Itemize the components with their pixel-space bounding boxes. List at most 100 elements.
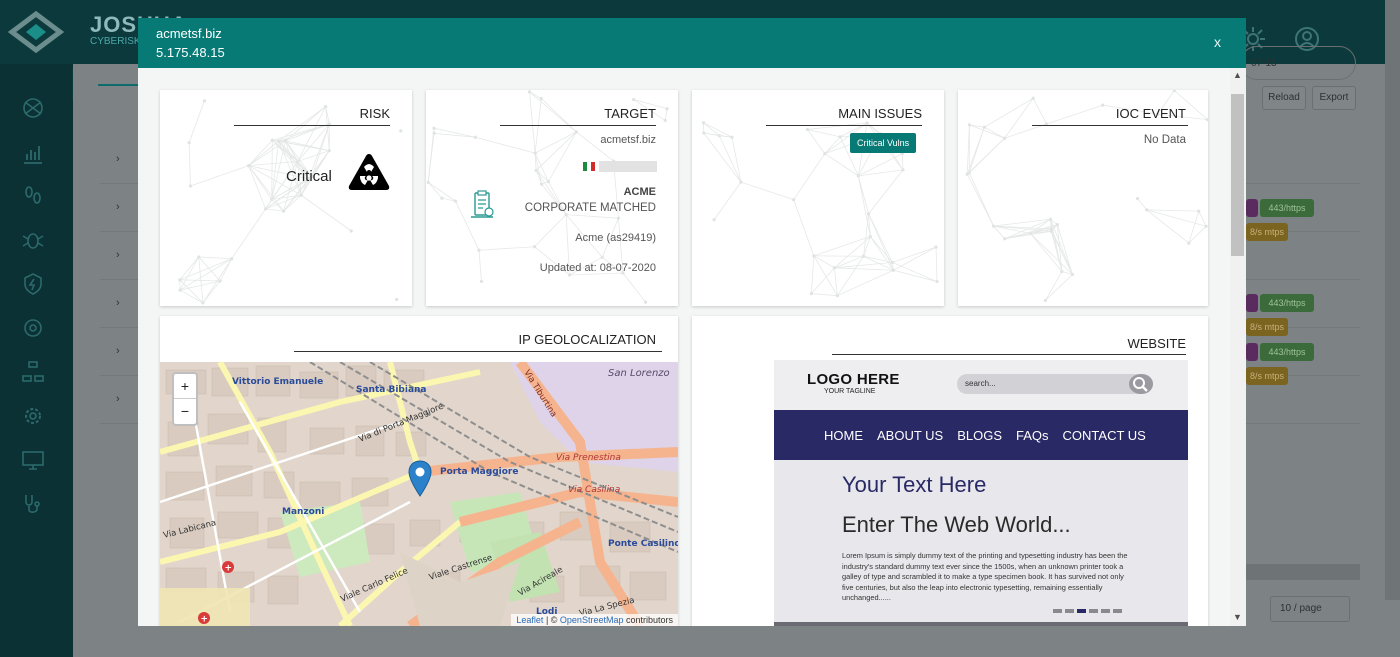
modal-header: acmetsf.biz 5.175.48.15 x [138, 18, 1246, 68]
scrollbar-thumb[interactable] [1231, 94, 1244, 256]
network-pattern [701, 121, 939, 298]
target-company: ACME [623, 186, 656, 198]
target-domain: acmetsf.biz [600, 134, 656, 146]
brand-subtitle: CYBERISK [90, 36, 141, 47]
expand-chevron-icon[interactable]: › [116, 249, 120, 261]
modal-domain: acmetsf.biz [156, 26, 222, 41]
close-button[interactable]: x [1214, 34, 1221, 50]
modal-body: RISK Critical TARGET acmetsf.biz ACME CO… [138, 68, 1230, 626]
match-status: CORPORATE MATCHED [524, 202, 656, 214]
search-icon [1129, 374, 1153, 394]
osm-link[interactable]: OpenStreetMap [560, 615, 624, 625]
map-label: Ponte Casilino [608, 539, 678, 549]
expand-chevron-icon[interactable]: › [116, 153, 120, 165]
target-icon[interactable] [21, 316, 45, 340]
network-pattern [178, 99, 403, 305]
hierarchy-icon[interactable] [21, 360, 45, 384]
site-slider-dots [1053, 609, 1122, 613]
site-nav-home: HOME [824, 427, 863, 443]
expand-chevron-icon[interactable]: › [116, 345, 120, 357]
site-footer-bar [774, 622, 1188, 626]
expand-chevron-icon[interactable]: › [116, 201, 120, 213]
bug-icon[interactable] [21, 228, 45, 252]
footprints-icon[interactable] [21, 184, 45, 208]
map[interactable]: Vittorio Emanuele Santa Bibiana Porta Ma… [160, 362, 678, 626]
reload-button[interactable]: Reload [1262, 86, 1306, 110]
chart-icon[interactable] [21, 142, 45, 166]
site-logo: LOGO HERE [807, 371, 900, 388]
site-search-box: search... [957, 374, 1153, 394]
stethoscope-icon[interactable] [21, 492, 45, 516]
port-tag: 8/s mtps [1246, 367, 1288, 385]
map-label: Santa Bibiana [356, 385, 427, 395]
title-divider [234, 125, 390, 126]
site-subheadline: Enter The Web World... [842, 512, 1071, 537]
map-label: Manzoni [282, 507, 324, 517]
ioc-event-card: IOC EVENT No Data [958, 90, 1208, 306]
export-button[interactable]: Export [1312, 86, 1356, 110]
site-headline: Your Text Here [842, 472, 987, 497]
app-logo-icon [8, 10, 64, 54]
target-asn: Acme (as29419) [575, 232, 656, 244]
horizontal-scrollbar[interactable] [1246, 564, 1360, 580]
zoom-in-button[interactable]: + [174, 374, 196, 399]
title-divider [1032, 125, 1188, 126]
corporate-document-icon [471, 190, 494, 218]
zoom-out-button[interactable]: − [174, 399, 196, 424]
site-nav-blogs: BLOGS [957, 427, 1003, 443]
map-label: Vittorio Emanuele [232, 377, 323, 387]
map-attribution: Leaflet | © OpenStreetMap contributors [511, 614, 678, 626]
port-tag: 443/https [1260, 343, 1314, 361]
redacted-location [599, 161, 657, 172]
monitor-icon[interactable] [21, 448, 45, 472]
date-range-picker[interactable]: 07-13 [1240, 46, 1356, 80]
expand-chevron-icon[interactable]: › [116, 393, 120, 405]
network-icon[interactable] [21, 96, 45, 120]
leaflet-link[interactable]: Leaflet [516, 615, 543, 625]
port-tag [1246, 294, 1258, 312]
map-label: Porta Maggiore [440, 467, 518, 477]
scroll-down-icon[interactable]: ▼ [1233, 612, 1242, 622]
site-nav-faqs: FAQs [1016, 427, 1049, 443]
port-tag: 8/s mtps [1246, 318, 1288, 336]
card-title: TARGET [604, 106, 656, 121]
scroll-up-icon[interactable]: ▲ [1233, 70, 1242, 80]
map-label: Via Prenestina [556, 453, 621, 463]
shield-bolt-icon[interactable] [21, 272, 45, 296]
site-tagline: YOUR TAGLINE [824, 388, 876, 395]
location-pin-icon[interactable] [408, 460, 432, 498]
port-tag: 443/https [1260, 294, 1314, 312]
port-tag [1246, 199, 1258, 217]
active-tab-indicator [98, 84, 140, 86]
site-body-text: Lorem Ipsum is simply dummy text of the … [842, 551, 1128, 603]
attribution-separator: | © [543, 615, 560, 625]
modal-ip: 5.175.48.15 [156, 45, 225, 60]
card-title: RISK [359, 106, 390, 121]
expand-chevron-icon[interactable]: › [116, 297, 120, 309]
svg-text:+: + [201, 615, 209, 625]
title-divider [500, 125, 656, 126]
gear-icon[interactable] [21, 404, 45, 428]
card-title: IOC EVENT [1115, 106, 1186, 121]
detail-modal: acmetsf.biz 5.175.48.15 x RISK Critical … [138, 18, 1246, 626]
site-nav: HOME ABOUT US BLOGS FAQs CONTACT US [774, 410, 1188, 460]
radiation-hazard-icon [348, 154, 390, 190]
risk-card: RISK Critical [160, 90, 412, 306]
map-label: Via Casilina [568, 485, 620, 495]
website-card: WEBSITE LOGO HERE YOUR TAGLINE search...… [692, 316, 1208, 626]
critical-vulns-badge[interactable]: Critical Vulns [850, 133, 917, 153]
map-label: San Lorenzo [608, 368, 670, 379]
country-flag-icon [583, 162, 595, 171]
geolocation-card: IP GEOLOCALIZATION Vittorio Emanuele San… [160, 316, 678, 626]
title-divider [766, 125, 922, 126]
main-issues-card: MAIN ISSUES Critical Vulns [692, 90, 944, 306]
card-title: MAIN ISSUES [838, 106, 922, 121]
page-size-select[interactable]: 10 / page [1270, 596, 1350, 622]
modal-scrollbar[interactable]: ▲ ▼ [1230, 68, 1246, 626]
sidebar [0, 64, 73, 657]
website-screenshot: LOGO HERE YOUR TAGLINE search... HOME AB… [774, 360, 1188, 626]
page-scrollbar[interactable] [1385, 0, 1400, 600]
updated-date: Updated at: 08-07-2020 [539, 262, 656, 274]
card-title: WEBSITE [1127, 336, 1186, 351]
title-divider [294, 351, 662, 352]
